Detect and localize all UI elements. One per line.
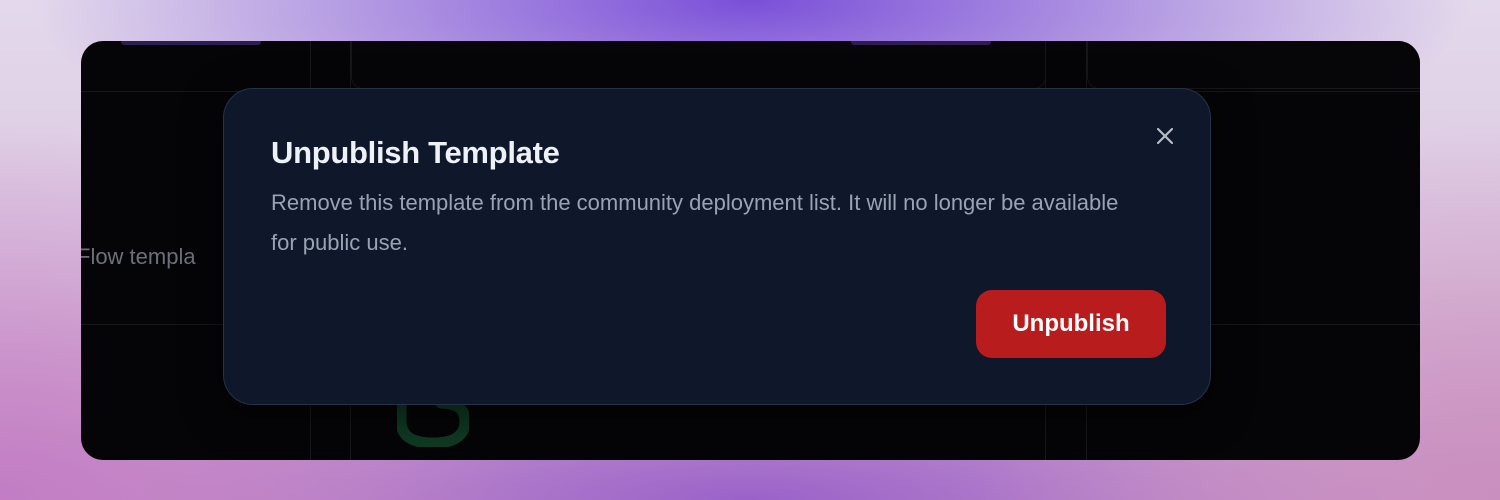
background-card [1087,41,1420,89]
close-button[interactable] [1152,123,1178,149]
close-icon [1156,127,1174,145]
unpublish-dialog: Unpublish Template Remove this template … [223,88,1211,405]
dialog-title: Unpublish Template [271,135,560,170]
background-pill [851,41,991,45]
background-card-label: Flow templa [81,244,196,269]
unpublish-button[interactable]: Unpublish [976,290,1166,358]
dialog-description: Remove this template from the community … [271,190,1119,255]
background-card [351,41,1046,89]
background-pill [121,41,261,45]
